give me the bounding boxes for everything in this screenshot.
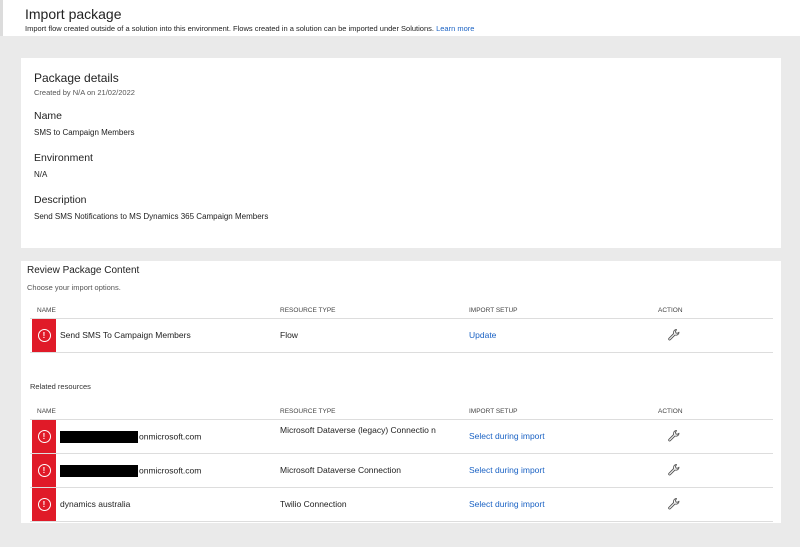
wrench-icon[interactable]	[667, 497, 681, 511]
column-resource-type: RESOURCE TYPE	[280, 307, 336, 314]
import-setup-link[interactable]: Select during import	[469, 465, 545, 476]
package-created-info: Created by N/A on 21/02/2022	[34, 88, 135, 97]
column-import-setup: IMPORT SETUP	[469, 307, 518, 314]
table-header: NAME RESOURCE TYPE IMPORT SETUP ACTION	[30, 404, 773, 420]
error-status: !	[32, 454, 56, 487]
wrench-icon[interactable]	[667, 328, 681, 342]
import-setup-link[interactable]: Update	[469, 330, 496, 341]
page-subtitle: Import flow created outside of a solutio…	[25, 24, 475, 33]
resource-name: onmicrosoft.com	[60, 431, 201, 443]
review-title: Review Package Content	[27, 265, 140, 276]
table-row: ! dynamics australia Twilio Connection S…	[30, 488, 773, 522]
error-icon: !	[37, 430, 51, 443]
resource-name: Send SMS To Campaign Members	[60, 330, 191, 340]
package-details-card: Package details Created by N/A on 21/02/…	[21, 58, 781, 248]
table-header: NAME RESOURCE TYPE IMPORT SETUP ACTION	[30, 303, 773, 319]
table-row: ! onmicrosoft.com Microsoft Dataverse Co…	[30, 454, 773, 488]
column-resource-type: RESOURCE TYPE	[280, 408, 336, 415]
error-icon: !	[37, 329, 51, 342]
column-name: NAME	[37, 307, 56, 314]
import-setup-link[interactable]: Select during import	[469, 499, 545, 510]
column-action: ACTION	[658, 408, 683, 415]
wrench-icon[interactable]	[667, 463, 681, 477]
page-header: Import package Import flow created outsi…	[0, 0, 800, 36]
import-setup-link[interactable]: Select during import	[469, 431, 545, 442]
table-row: ! onmicrosoft.com Microsoft Dataverse (l…	[30, 420, 773, 454]
column-import-setup: IMPORT SETUP	[469, 408, 518, 415]
learn-more-link[interactable]: Learn more	[436, 24, 474, 33]
error-status: !	[32, 488, 56, 521]
resource-type: Flow	[280, 330, 298, 340]
column-action: ACTION	[658, 307, 683, 314]
review-subtitle: Choose your import options.	[27, 283, 121, 292]
review-package-content-card: Review Package Content Choose your impor…	[21, 261, 781, 523]
environment-value: N/A	[34, 170, 48, 179]
column-name: NAME	[37, 408, 56, 415]
package-content-table: NAME RESOURCE TYPE IMPORT SETUP ACTION !…	[30, 303, 773, 353]
environment-label: Environment	[34, 152, 93, 164]
error-icon: !	[37, 498, 51, 511]
resource-type: Microsoft Dataverse Connection	[280, 465, 401, 475]
page-title: Import package	[25, 6, 122, 22]
redacted-text	[60, 431, 138, 443]
resource-name: dynamics australia	[60, 499, 131, 509]
error-status: !	[32, 420, 56, 453]
resource-type: Twilio Connection	[280, 499, 347, 509]
package-details-title: Package details	[34, 71, 119, 85]
error-icon: !	[37, 464, 51, 477]
related-resources-label: Related resources	[30, 382, 91, 391]
wrench-icon[interactable]	[667, 429, 681, 443]
description-label: Description	[34, 194, 87, 206]
related-resources-table: NAME RESOURCE TYPE IMPORT SETUP ACTION !…	[30, 404, 773, 522]
name-label: Name	[34, 110, 63, 122]
name-value: SMS to Campaign Members	[34, 128, 135, 137]
error-status: !	[32, 319, 56, 352]
resource-type: Microsoft Dataverse (legacy) Connectio n	[280, 425, 436, 435]
redacted-text	[60, 465, 138, 477]
description-value: Send SMS Notifications to MS Dynamics 36…	[34, 212, 269, 221]
resource-name: onmicrosoft.com	[60, 465, 201, 477]
table-row: ! Send SMS To Campaign Members Flow Upda…	[30, 319, 773, 353]
